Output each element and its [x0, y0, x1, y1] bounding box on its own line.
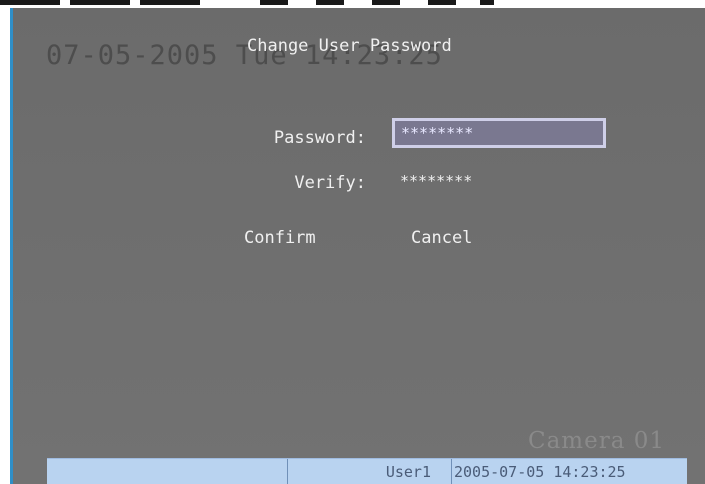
- status-cell-user: User1: [287, 459, 451, 484]
- top-border: [0, 0, 705, 8]
- dvr-screen: 07-05-2005 Tue 14:23:25 Change User Pass…: [0, 0, 705, 484]
- camera-label: Camera 01: [528, 428, 666, 454]
- status-cell-empty: [47, 459, 287, 484]
- cancel-button[interactable]: Cancel: [411, 228, 472, 248]
- left-border: [10, 8, 13, 484]
- status-cell-datetime: 2005-07-05 14:23:25: [451, 459, 687, 484]
- verify-label: Verify:: [294, 173, 366, 193]
- password-label: Password:: [273, 128, 366, 148]
- verify-field[interactable]: ********: [400, 172, 472, 190]
- video-area: [12, 8, 705, 484]
- status-bar: User1 2005-07-05 14:23:25: [47, 458, 687, 484]
- password-field[interactable]: ********: [392, 118, 606, 148]
- dialog-title: Change User Password: [247, 36, 452, 56]
- confirm-button[interactable]: Confirm: [244, 228, 316, 248]
